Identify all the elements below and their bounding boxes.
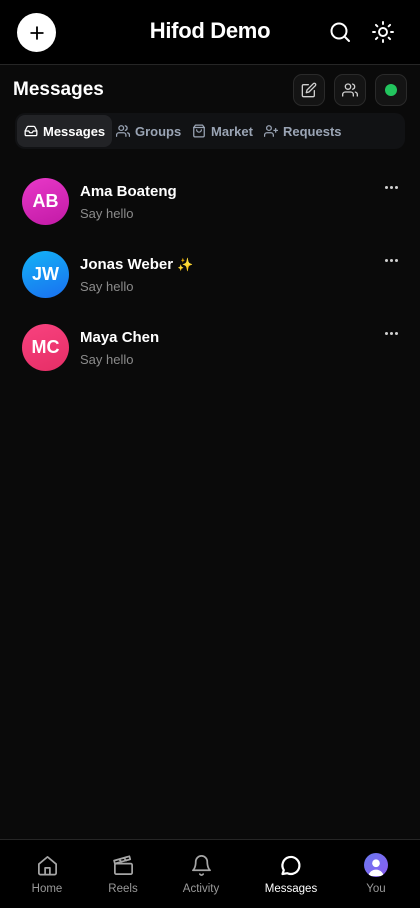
user-avatar-icon [364,853,388,877]
conversation-item[interactable]: JW Jonas Weber ✨ Say hello [0,251,420,324]
avatar: MC [22,324,69,371]
tab-market[interactable]: Market [185,115,260,147]
user-plus-icon [264,125,278,137]
more-options-button[interactable] [380,178,402,196]
inbox-icon [24,125,38,137]
bottom-navigation: Home Reels Activity Messages You [0,839,420,908]
search-icon[interactable] [328,20,352,44]
edit-icon [301,82,317,98]
nav-activity[interactable]: Activity [166,853,236,903]
bell-icon [191,854,211,876]
nav-you[interactable]: You [341,853,411,903]
name-text: Ama Boateng [80,183,177,200]
nav-label: Messages [264,883,318,895]
new-group-button[interactable] [334,74,366,106]
tab-label: Requests [283,123,342,139]
avatar: JW [22,251,69,298]
clapperboard-icon [112,854,133,875]
conversation-item[interactable]: AB Ama Boateng Say hello [0,178,420,251]
tab-requests[interactable]: Requests [257,115,349,147]
top-bar: Hifod Demo [0,0,420,65]
nav-label: Home [31,883,63,895]
conversation-name: Ama Boateng [80,183,177,200]
sun-icon[interactable] [371,20,395,44]
nav-home[interactable]: Home [12,853,82,903]
tab-groups[interactable]: Groups [109,115,188,147]
conversation-preview: Say hello [80,279,134,294]
conversation-name: Maya Chen [80,329,159,346]
more-options-button[interactable] [380,251,402,269]
page-title: Messages [13,79,104,100]
conversation-name: Jonas Weber ✨ [80,256,193,273]
conversation-preview: Say hello [80,352,134,367]
message-tabs: Messages Groups Market Requests [15,113,405,149]
nav-label: Activity [182,883,220,895]
home-icon [37,855,57,875]
tab-label: Messages [43,123,106,139]
status-button[interactable] [375,74,407,106]
nav-messages[interactable]: Messages [256,853,326,903]
users-icon [342,83,358,97]
conversation-item[interactable]: MC Maya Chen Say hello [0,324,420,397]
name-text: Jonas Weber [80,256,174,273]
conversation-preview: Say hello [80,206,134,221]
shopping-bag-icon [193,124,205,138]
sparkles-icon: ✨ [177,257,194,272]
message-circle-icon [281,855,301,875]
tab-label: Groups [135,123,182,139]
users-icon [116,125,130,137]
avatar: AB [22,178,69,225]
compose-button[interactable] [293,74,325,106]
name-text: Maya Chen [80,329,160,346]
app-title: Hifod Demo [149,18,271,43]
nav-label: Reels [108,883,138,895]
nav-reels[interactable]: Reels [88,853,158,903]
tab-label: Market [211,123,253,139]
more-options-button[interactable] [380,324,402,342]
online-status-dot [385,84,397,96]
tab-messages[interactable]: Messages [17,115,113,147]
nav-label: You [366,883,386,895]
